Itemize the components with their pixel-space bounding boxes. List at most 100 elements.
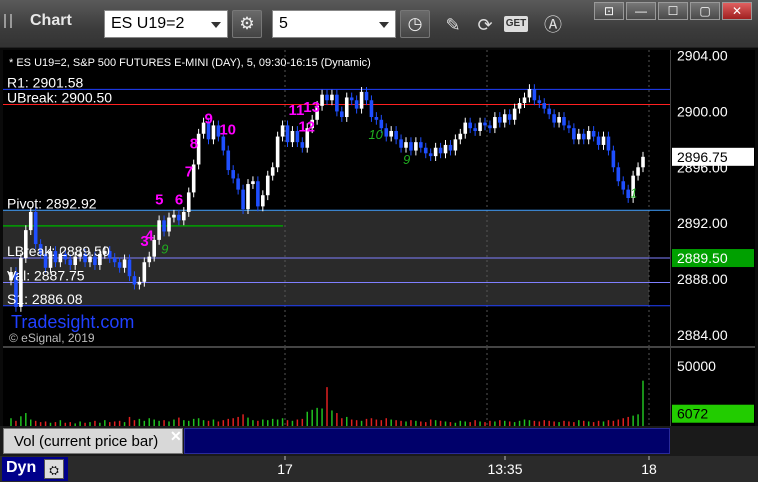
price-axis[interactable]: 2904.00 2900.00 2896.00 2892.00 2888.00 2884.… bbox=[670, 48, 755, 346]
current-volume-label: 6072 bbox=[677, 406, 708, 422]
candle-body bbox=[369, 100, 374, 118]
chevron-down-icon[interactable] bbox=[379, 22, 389, 28]
candle-body bbox=[147, 256, 152, 263]
pencil-icon[interactable]: ✎ bbox=[440, 12, 466, 38]
settings-icon[interactable]: ⛭ bbox=[44, 459, 64, 479]
interval-input[interactable]: 5 bbox=[272, 10, 396, 38]
level-label-r1: R1: 2901.58 bbox=[7, 74, 83, 90]
candle-body bbox=[344, 97, 349, 118]
candle-body bbox=[542, 103, 547, 109]
price-tick-label: 2904.00 bbox=[677, 50, 728, 64]
candle-body bbox=[290, 130, 295, 143]
window-title: Chart bbox=[30, 12, 72, 29]
candle-body bbox=[552, 114, 556, 123]
window-minimize-button[interactable]: — bbox=[626, 2, 656, 20]
symbol-value: ES U19=2 bbox=[111, 15, 185, 32]
candle-body bbox=[122, 259, 127, 268]
price-chart-panel[interactable]: R1: 2901.58 UBreak: 2900.50 Pivot: 2892.92… bbox=[3, 50, 670, 346]
candle-body bbox=[325, 94, 329, 101]
candle-body bbox=[591, 130, 596, 137]
price-tick-label: 2884.00 bbox=[677, 327, 728, 343]
volume-axis[interactable]: 50000 6072 bbox=[670, 348, 755, 426]
level-label-s1: S1: 2886.08 bbox=[7, 291, 83, 307]
volume-chart-svg bbox=[10, 348, 650, 426]
window-maximize-button[interactable]: ▢ bbox=[690, 2, 720, 20]
minimize-icon: — bbox=[635, 4, 647, 18]
candle-body bbox=[567, 125, 571, 129]
candle-body bbox=[463, 122, 468, 134]
candle-body bbox=[330, 94, 334, 101]
chevron-down-icon[interactable] bbox=[211, 22, 221, 28]
count-label-magenta: 11 bbox=[288, 102, 304, 119]
settings-gear-button[interactable]: ⚙ bbox=[232, 10, 262, 38]
candle-body bbox=[157, 220, 161, 240]
candle-body bbox=[409, 142, 413, 151]
candle-body bbox=[275, 136, 280, 168]
candle-body bbox=[394, 130, 398, 140]
candle-body bbox=[488, 125, 492, 129]
candle-body bbox=[270, 167, 275, 176]
study-tab-area[interactable] bbox=[184, 428, 670, 454]
candle-body bbox=[547, 108, 551, 115]
candle-body bbox=[117, 262, 122, 268]
time-axis[interactable]: 17 13:35 18 bbox=[0, 456, 758, 482]
time-tick-label: 18 bbox=[641, 461, 657, 477]
candle-body bbox=[142, 262, 147, 282]
symbol-input[interactable]: ES U19=2 bbox=[104, 10, 228, 38]
count-label-green: 10 bbox=[368, 127, 383, 142]
candle-body bbox=[231, 170, 235, 179]
candle-body bbox=[586, 130, 591, 140]
candle-body bbox=[527, 89, 532, 98]
volume-panel[interactable] bbox=[3, 348, 670, 426]
candle-body bbox=[577, 133, 581, 140]
time-tick-label: 17 bbox=[277, 461, 293, 477]
candle-body bbox=[611, 150, 616, 168]
candle-body bbox=[443, 144, 448, 154]
interval-value: 5 bbox=[279, 15, 288, 32]
gear-icon: ⚙ bbox=[239, 14, 255, 33]
candle-body bbox=[448, 144, 453, 151]
restore-icon: ☐ bbox=[667, 4, 679, 18]
candle-body bbox=[374, 117, 379, 120]
price-tick-label: 2888.00 bbox=[677, 271, 728, 287]
close-icon[interactable]: ✕ bbox=[170, 428, 182, 445]
candle-body bbox=[127, 259, 132, 277]
candle-body bbox=[438, 147, 443, 154]
time-clock-button[interactable]: ◷ bbox=[400, 10, 430, 38]
candle-body bbox=[226, 150, 231, 171]
count-label-magenta: 6 bbox=[175, 191, 183, 208]
window-restore-button[interactable]: ☐ bbox=[658, 2, 688, 20]
candle-body bbox=[186, 192, 191, 212]
study-tab-volume[interactable]: Vol (current price bar) bbox=[3, 428, 183, 454]
candle-body bbox=[300, 142, 305, 148]
volume-tick-label: 50000 bbox=[677, 358, 716, 374]
candle-body bbox=[636, 167, 640, 176]
alert-icon[interactable]: Ⓐ bbox=[540, 12, 566, 38]
candle-body bbox=[132, 276, 137, 285]
window-close-button[interactable]: ✕ bbox=[722, 2, 752, 20]
candle-body bbox=[28, 211, 33, 231]
price-tick-label: 2900.00 bbox=[677, 103, 728, 119]
candle-body bbox=[354, 100, 359, 109]
candle-body bbox=[478, 122, 482, 131]
candle-body bbox=[606, 136, 611, 151]
candle-body bbox=[596, 136, 601, 145]
candle-body bbox=[251, 181, 255, 185]
count-label-magenta: 10 bbox=[219, 122, 236, 139]
link-icon: ⊡ bbox=[603, 4, 615, 18]
studies-icon[interactable]: ⟳ bbox=[472, 12, 498, 38]
candle-body bbox=[537, 100, 542, 104]
count-label-magenta: 7 bbox=[185, 163, 193, 180]
window-link-button[interactable]: ⊡ bbox=[594, 2, 624, 20]
candle-body bbox=[458, 133, 463, 140]
candle-body bbox=[340, 111, 344, 118]
candle-body bbox=[473, 128, 477, 131]
get-data-icon[interactable]: GET bbox=[504, 16, 528, 32]
price-axis-svg: 2904.002900.002896.002892.002888.002884.… bbox=[672, 48, 754, 343]
candle-body bbox=[137, 281, 142, 285]
candle-body bbox=[261, 195, 265, 207]
count-label-green: 9 bbox=[403, 152, 410, 167]
count-label-magenta: 9 bbox=[205, 110, 213, 127]
drag-grip-icon[interactable] bbox=[4, 14, 12, 28]
count-label-magenta: 8 bbox=[190, 135, 198, 152]
